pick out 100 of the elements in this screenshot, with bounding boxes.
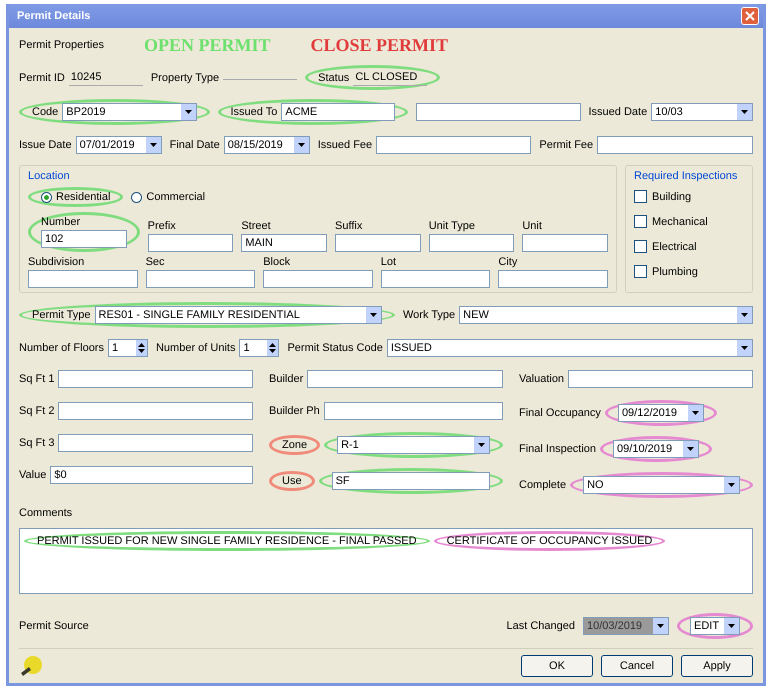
group-title: Location: [28, 170, 71, 182]
field-label: Use: [282, 475, 302, 487]
field-label: Number of Floors: [19, 342, 104, 354]
text-field[interactable]: [58, 434, 253, 452]
date-picker[interactable]: 09/12/2019: [618, 404, 704, 422]
checkbox[interactable]: [634, 240, 647, 253]
field-label: Issued Date: [588, 106, 648, 118]
dropdown[interactable]: NO: [583, 476, 740, 494]
checkbox-label: Mechanical: [652, 216, 708, 228]
text-field[interactable]: [428, 234, 514, 252]
calendar-dropdown-icon[interactable]: [146, 137, 161, 153]
text-field[interactable]: [146, 270, 256, 288]
field-label: Unit Type: [428, 220, 476, 232]
field-label: Property Type: [150, 72, 220, 84]
close-permit-heading: CLOSE PERMIT: [310, 34, 448, 56]
radio-button[interactable]: [41, 192, 52, 202]
field-label: Last Changed: [506, 620, 575, 632]
field-value: 10245: [68, 69, 143, 86]
dropdown[interactable]: ISSUED: [386, 339, 753, 357]
field-label: Status: [318, 72, 350, 84]
dropdown[interactable]: NEW: [459, 306, 753, 324]
text-field[interactable]: [498, 270, 608, 288]
field-label: Work Type: [403, 309, 456, 321]
text-field[interactable]: [380, 270, 490, 288]
field-label: Builder: [269, 373, 304, 385]
field-label: Prefix: [148, 220, 177, 232]
calendar-dropdown-icon[interactable]: [294, 137, 309, 153]
text-field[interactable]: [28, 270, 138, 288]
text-field[interactable]: [568, 370, 753, 388]
text-field[interactable]: SF: [332, 472, 490, 490]
field-label: Issued To: [230, 106, 278, 118]
checkbox-label: Plumbing: [652, 266, 698, 278]
field-label: Zone: [282, 439, 308, 451]
field-label: Permit Status Code: [287, 342, 383, 354]
dropdown[interactable]: BP2019: [62, 103, 196, 121]
calendar-dropdown-icon[interactable]: [688, 405, 703, 421]
dialog-button[interactable]: Cancel: [601, 655, 673, 677]
date-picker[interactable]: 10/03/2019: [583, 617, 669, 635]
field-label: Final Occupancy: [519, 407, 601, 419]
field-value: CL CLOSED: [353, 69, 428, 86]
text-field[interactable]: [263, 270, 373, 288]
field-label: Sq Ft 1: [19, 373, 54, 385]
spinner-arrows-icon[interactable]: [267, 340, 278, 356]
date-picker[interactable]: 09/10/2019: [613, 440, 700, 458]
field-label: Code: [32, 106, 58, 118]
field-label: Permit Source: [19, 620, 89, 632]
field-label: Comments: [19, 507, 72, 519]
text-field[interactable]: [376, 136, 532, 154]
checkbox-label: Electrical: [652, 240, 697, 252]
radio-label: Residential: [56, 191, 110, 203]
spin-box[interactable]: 1: [108, 339, 148, 357]
dropdown[interactable]: RES01 - SINGLE FAMILY RESIDENTIAL: [94, 306, 382, 324]
field-label: Number: [41, 216, 82, 228]
dropdown[interactable]: 10/03: [651, 103, 753, 121]
checkbox[interactable]: [634, 215, 647, 228]
field-label: Sec: [146, 256, 166, 268]
text-field[interactable]: MAIN: [241, 234, 328, 252]
section-label: Permit Properties: [19, 39, 104, 51]
dropdown[interactable]: R-1: [337, 436, 490, 454]
field-label: Final Date: [170, 139, 220, 151]
field-label: Subdivision: [28, 256, 86, 268]
field-label: Unit: [522, 220, 543, 232]
text-field[interactable]: [307, 370, 503, 388]
field-label: Sq Ft 3: [19, 437, 54, 449]
radio-button[interactable]: [131, 192, 142, 202]
comments-field[interactable]: PERMIT ISSUED FOR NEW SINGLE FAMILY RESIDENCE - FINAL PASSED CERTIFICATE OF OCCUPANCY ISSUED: [19, 528, 753, 594]
text-field[interactable]: 102: [41, 230, 127, 248]
checkbox-label: Building: [652, 190, 692, 202]
field-label: Lot: [380, 256, 398, 268]
field-label: Number of Units: [156, 342, 236, 354]
dialog-button[interactable]: Apply: [681, 655, 753, 677]
field-label: Issue Date: [19, 139, 72, 151]
field-label: Street: [241, 220, 272, 232]
spin-box[interactable]: 1: [239, 339, 280, 357]
calendar-dropdown-icon[interactable]: [653, 618, 668, 634]
comment-text: PERMIT ISSUED FOR NEW SINGLE FAMILY RESIDENCE - FINAL PASSED: [37, 535, 417, 547]
field-label: Sq Ft 2: [19, 405, 54, 417]
text-field[interactable]: [335, 234, 421, 252]
text-field[interactable]: [58, 370, 253, 388]
checkbox[interactable]: [634, 190, 647, 203]
dropdown[interactable]: EDIT: [690, 617, 740, 635]
date-picker[interactable]: 08/15/2019: [224, 136, 310, 154]
field-label: City: [498, 256, 518, 268]
text-field[interactable]: $0: [50, 466, 253, 484]
close-button[interactable]: [741, 7, 759, 25]
text-field[interactable]: [58, 402, 253, 420]
text-field[interactable]: ACME: [281, 103, 395, 121]
text-field[interactable]: [522, 234, 608, 252]
field-label: Value: [19, 469, 46, 481]
field-label: Issued Fee: [318, 139, 372, 151]
spinner-arrows-icon[interactable]: [136, 340, 147, 356]
text-field[interactable]: [597, 136, 754, 154]
calendar-dropdown-icon[interactable]: [683, 441, 698, 457]
dialog-button[interactable]: OK: [521, 655, 593, 677]
text-field[interactable]: [324, 402, 503, 420]
checkbox[interactable]: [634, 265, 647, 278]
text-field[interactable]: [148, 234, 234, 252]
text-field[interactable]: [416, 103, 580, 121]
field-label: Permit Type: [32, 309, 90, 321]
date-picker[interactable]: 07/01/2019: [76, 136, 162, 154]
